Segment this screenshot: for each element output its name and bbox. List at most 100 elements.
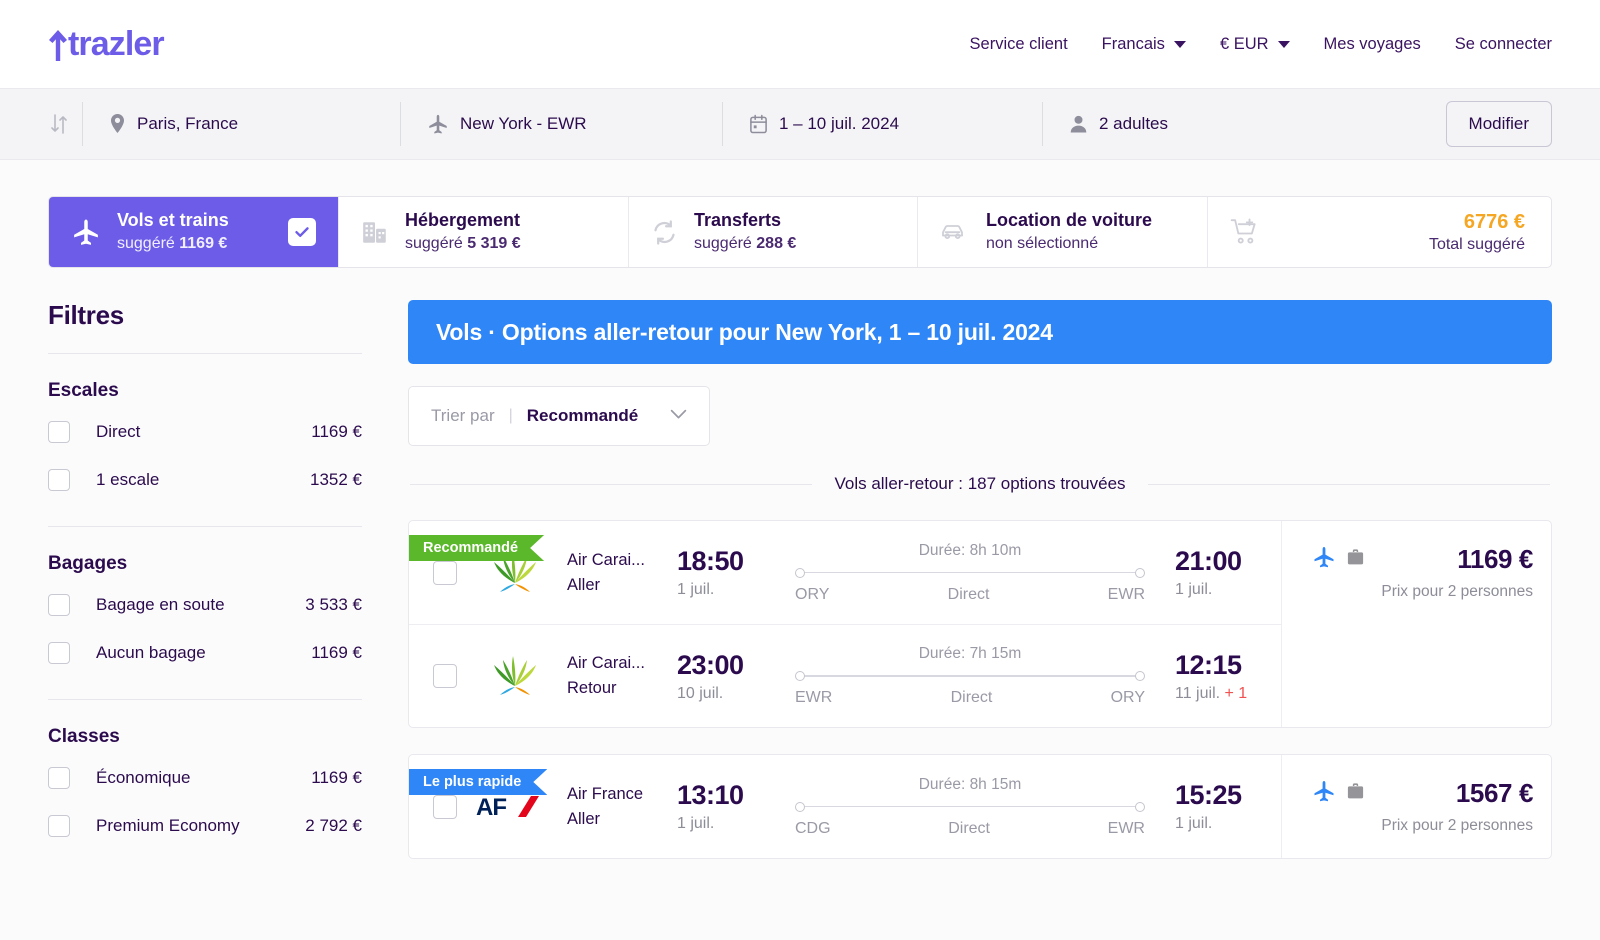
filter-group-bagages: Bagages Bagage en soute 3 533 € Aucun ba… <box>48 527 362 700</box>
tab-title: Location de voiture <box>986 210 1153 231</box>
filter-price: 1352 € <box>310 470 362 489</box>
tab-accommodation[interactable]: Hébergement suggéré 5 319 € <box>339 197 629 267</box>
tab-flights-checkbox[interactable] <box>288 218 316 246</box>
cart-add-icon <box>1230 217 1260 247</box>
nav-label: Service client <box>969 34 1068 53</box>
tab-transfers[interactable]: Transferts suggéré 288 € <box>629 197 918 267</box>
nav-item-currency[interactable]: € EUR <box>1220 35 1290 54</box>
nav-item-service-client[interactable]: Service client <box>970 35 1068 54</box>
flight-price: 1567 € <box>1455 778 1534 808</box>
tab-price: 5 319 € <box>467 235 521 253</box>
price-panel-spacer <box>1281 624 1551 727</box>
airline-info: Air Carai... Aller <box>557 548 669 598</box>
filter-group-title: Escales <box>48 380 119 401</box>
tab-price: 288 € <box>756 235 797 253</box>
arrival-block: 12:15 11 juil. + 1 <box>1167 650 1271 703</box>
checkbox[interactable] <box>48 421 70 443</box>
checkbox[interactable] <box>48 815 70 837</box>
stops-label: Direct <box>947 585 990 603</box>
filter-row-direct[interactable]: Direct 1169 € <box>48 408 362 456</box>
arrival-airport-code: EWR <box>1107 819 1145 837</box>
path-endpoints: EWR Direct ORY <box>795 689 1145 707</box>
search-destination-field[interactable]: New York - EWR <box>400 102 722 146</box>
filter-label: Direct <box>96 422 141 441</box>
checkbox[interactable] <box>48 469 70 491</box>
search-passengers-field[interactable]: 2 adultes <box>1042 102 1342 146</box>
flight-card[interactable]: Recommandé Air Carai... Aller 18:50 1 ju… <box>408 520 1552 728</box>
departure-date: 10 juil. <box>677 684 724 702</box>
person-icon <box>1069 114 1088 134</box>
air-caraibes-logo <box>473 652 557 700</box>
filter-price: 2 792 € <box>305 816 362 835</box>
divider <box>1147 483 1550 485</box>
nav-item-my-trips[interactable]: Mes voyages <box>1324 35 1421 54</box>
sort-divider: | <box>508 407 513 424</box>
leg-checkbox[interactable] <box>433 664 457 688</box>
tab-title: Hébergement <box>405 210 521 231</box>
search-origin-value: Paris, France <box>137 114 239 133</box>
filter-label: Économique <box>96 768 191 787</box>
logo-arrow-icon <box>48 27 68 61</box>
checkbox[interactable] <box>48 767 70 789</box>
filter-group-escales: Escales Direct 1169 € 1 escale 1352 € <box>48 354 362 527</box>
airline-name: Air Carai... <box>567 654 645 673</box>
leg-direction: Retour <box>567 679 617 697</box>
filter-row-one-stop[interactable]: 1 escale 1352 € <box>48 456 362 504</box>
departure-block: 23:00 10 juil. <box>669 650 773 703</box>
flight-duration: Durée: 7h 15m <box>918 645 1022 662</box>
filter-row-checked-bag[interactable]: Bagage en soute 3 533 € <box>48 581 362 629</box>
nav-item-language[interactable]: Francais <box>1102 35 1186 54</box>
air-france-logo: AF <box>473 792 557 822</box>
filter-label: 1 escale <box>96 470 160 489</box>
results-banner: Vols · Options aller-retour pour New Yor… <box>408 300 1552 364</box>
path-line-graphic <box>795 801 1145 813</box>
filter-row-economy[interactable]: Économique 1169 € <box>48 754 362 802</box>
filter-row-no-bag[interactable]: Aucun bagage 1169 € <box>48 629 362 677</box>
booking-tabs-wrapper: Vols et trains suggéré 1169 € Hébergemen… <box>0 160 1600 268</box>
leg-checkbox[interactable] <box>433 560 457 585</box>
search-destination-value: New York - EWR <box>460 114 587 133</box>
total-amount: 6776 € <box>1463 210 1525 233</box>
nav-label: € EUR <box>1219 34 1269 53</box>
departure-date: 1 juil. <box>677 815 715 832</box>
next-day-indicator: + 1 <box>1224 684 1248 702</box>
filter-group-title: Classes <box>48 726 120 747</box>
tab-total-summary: 6776 € Total suggéré <box>1208 197 1551 267</box>
flight-path: Durée: 7h 15m EWR Direct ORY <box>773 645 1167 707</box>
results-column: Vols · Options aller-retour pour New Yor… <box>408 300 1552 859</box>
departure-airport-code: CDG <box>795 819 831 837</box>
filter-label: Aucun bagage <box>96 643 206 662</box>
car-icon <box>940 217 970 247</box>
modify-search-button[interactable]: Modifier <box>1445 101 1552 147</box>
filter-row-premium-economy[interactable]: Premium Economy 2 792 € <box>48 802 362 850</box>
tab-flights-and-trains[interactable]: Vols et trains suggéré 1169 € <box>49 197 339 267</box>
chevron-down-icon <box>670 407 687 425</box>
nav-item-sign-in[interactable]: Se connecter <box>1455 35 1552 54</box>
flight-price: 1169 € <box>1457 544 1533 574</box>
brand-logo[interactable]: trazler <box>48 25 165 64</box>
search-origin-field[interactable]: Paris, France <box>82 102 400 146</box>
search-dates-field[interactable]: 1 – 10 juil. 2024 <box>722 102 1042 146</box>
badge-fastest: Le plus rapide <box>409 769 547 795</box>
filter-group-title: Bagages <box>48 553 128 574</box>
tab-car-rental[interactable]: Location de voiture non sélectionné <box>918 197 1208 267</box>
airline-info: Air France Aller <box>557 782 669 832</box>
leg-checkbox[interactable] <box>433 794 457 819</box>
arrival-time: 15:25 <box>1175 780 1242 810</box>
suitcase-icon <box>1346 782 1365 806</box>
departure-time: 13:10 <box>677 780 744 810</box>
checkbox[interactable] <box>48 642 70 664</box>
arrival-block: 21:00 1 juil. <box>1167 546 1271 599</box>
departure-block: 18:50 1 juil. <box>669 546 773 599</box>
amenities <box>1312 779 1365 808</box>
swap-vertical-icon[interactable] <box>36 112 82 136</box>
sort-dropdown[interactable]: Trier par | Recommandé <box>408 386 710 446</box>
arrival-airport-code: ORY <box>1110 689 1145 706</box>
tab-price-prefix: suggéré <box>405 235 468 253</box>
nav-label: Francais <box>1101 34 1165 53</box>
transfer-arrows-icon <box>651 219 678 246</box>
checkbox[interactable] <box>48 594 70 616</box>
tab-title: Transferts <box>694 210 782 231</box>
flight-card[interactable]: Le plus rapide AF Air France Aller 13:10… <box>408 754 1552 859</box>
path-line-graphic <box>795 567 1145 579</box>
